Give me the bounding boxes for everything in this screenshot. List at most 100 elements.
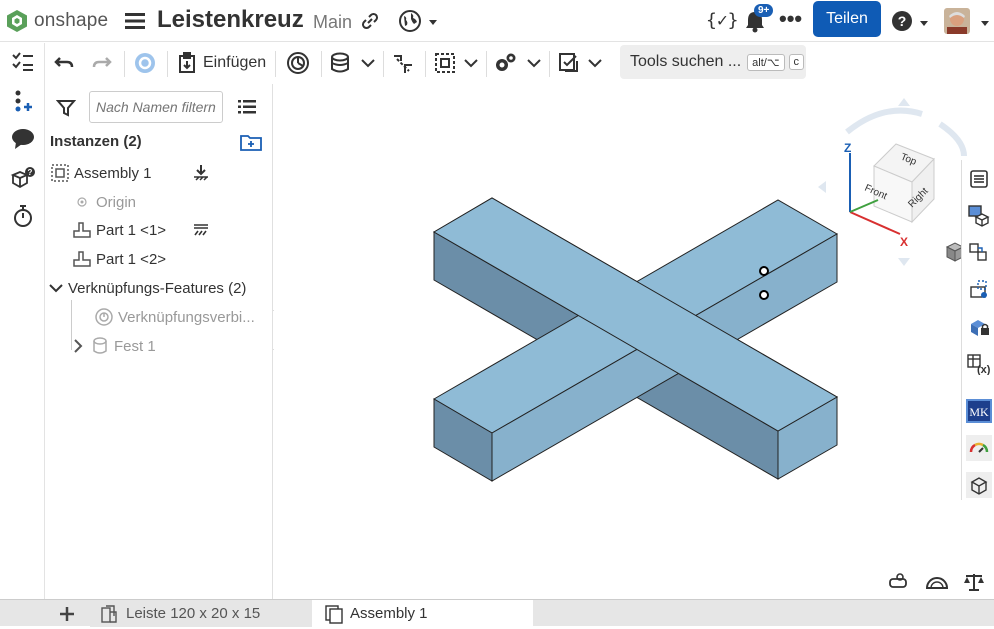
gears-icon[interactable]	[494, 49, 518, 77]
svg-text:?: ?	[898, 13, 907, 29]
group-icon[interactable]	[433, 49, 457, 77]
feature-list-icon[interactable]	[10, 49, 36, 75]
tree-item-label: Part 1 <1>	[96, 221, 167, 239]
appearance-panel-icon[interactable]	[966, 166, 992, 192]
fixed-icon[interactable]	[192, 223, 210, 242]
variables-table-icon[interactable]: (x)	[966, 351, 992, 377]
gauge-icon[interactable]	[966, 435, 992, 461]
tab-label: Leiste 120 x 20 x 15	[126, 605, 261, 622]
mate-point[interactable]	[759, 266, 769, 276]
chevron-down-icon[interactable]	[527, 49, 541, 77]
stopwatch-icon[interactable]	[10, 203, 36, 229]
onshape-logo[interactable]: onshape	[6, 7, 108, 35]
tree-item-label: Part 1 <2>	[96, 250, 167, 268]
share-button[interactable]: Teilen	[813, 1, 881, 37]
redo-icon[interactable]	[92, 49, 112, 77]
svg-text:(x): (x)	[977, 364, 991, 375]
chevron-down-icon[interactable]	[361, 49, 375, 77]
mate-limits-icon[interactable]	[391, 49, 415, 77]
link-icon[interactable]	[360, 11, 380, 36]
menu-icon[interactable]	[124, 10, 146, 32]
mate-connector-icon[interactable]	[286, 49, 310, 77]
tree-item-mate-features[interactable]: Verknüpfungs-Features (2)	[48, 276, 246, 300]
right-rail: (x) MK	[961, 160, 994, 500]
x-axis-label: X	[900, 235, 908, 249]
tree-item-origin[interactable]: Origin	[72, 190, 136, 214]
chevron-down-icon[interactable]	[588, 49, 602, 77]
filter-icon[interactable]	[55, 98, 77, 123]
branch-name[interactable]: Main	[313, 12, 352, 33]
graphics-viewport[interactable]: Top Front Right Z X (x) MK	[274, 84, 994, 599]
rotate-down-icon[interactable]	[898, 258, 910, 266]
instance-links-icon[interactable]	[966, 240, 992, 266]
more-options-icon[interactable]: •••	[779, 6, 802, 32]
configurations-icon[interactable]	[966, 203, 992, 229]
undo-icon[interactable]	[54, 49, 74, 77]
part-studio-icon	[101, 604, 117, 623]
instances-header: Instanzen (2)	[50, 133, 142, 150]
origin-icon	[72, 192, 92, 212]
sync-icon[interactable]	[133, 49, 157, 77]
notification-badge: 9+	[754, 4, 774, 17]
material-lock-icon[interactable]	[966, 314, 992, 340]
chevron-down-icon[interactable]	[48, 278, 64, 298]
tab-bar: Leiste 120 x 20 x 15 Assembly 1	[0, 599, 994, 627]
tree-item-label: Verknüpfungsverbi...	[118, 308, 255, 326]
add-folder-icon[interactable]	[240, 133, 262, 156]
tools-search-button[interactable]: Tools suchen ... alt/⌥ c	[620, 45, 806, 79]
avatar[interactable]	[944, 8, 970, 34]
mate-connector-icon	[94, 307, 114, 327]
toolbar: Einfügen Tools suchen ... alt/⌥ c	[46, 43, 994, 83]
insert-button[interactable]: Einfügen	[177, 49, 266, 77]
scales-icon[interactable]	[964, 574, 984, 591]
tree-item-part1-2[interactable]: Part 1 <2>	[72, 247, 166, 271]
part-instance-icon	[72, 220, 92, 240]
chevron-down-icon[interactable]	[428, 14, 438, 32]
view-cube[interactable]: Top Front Right Z X	[818, 98, 967, 266]
top-bar: onshape Leistenkreuz Main {✓} 9+ ••• Tei…	[0, 0, 994, 42]
tree-item-label: Fest 1	[114, 337, 156, 355]
name-filter-input[interactable]	[89, 91, 223, 123]
rotate-left-icon[interactable]	[818, 181, 826, 193]
assembly-icon	[325, 604, 343, 624]
measure-tape-icon[interactable]	[889, 573, 907, 588]
tools-search-label: Tools suchen ...	[630, 53, 742, 70]
z-axis-label: Z	[844, 141, 851, 155]
tree-item-part1-1[interactable]: Part 1 <1>	[72, 218, 166, 242]
named-views-icon[interactable]	[966, 277, 992, 303]
part-instance-icon	[72, 249, 92, 269]
document-title[interactable]: Leistenkreuz	[157, 6, 304, 34]
tree-item-label: Origin	[96, 193, 137, 211]
list-view-icon[interactable]	[238, 99, 256, 120]
chevron-down-icon[interactable]	[980, 15, 990, 33]
tree-item-assembly[interactable]: Assembly 1	[50, 161, 152, 185]
add-instance-icon[interactable]	[10, 88, 36, 114]
plus-icon	[60, 606, 74, 621]
mkcad-icon[interactable]: MK	[966, 398, 992, 424]
help-icon[interactable]: ?	[891, 10, 913, 37]
tab-assembly[interactable]: Assembly 1	[312, 600, 533, 627]
download-icon[interactable]	[192, 164, 210, 187]
chevron-right-icon[interactable]	[70, 336, 86, 356]
variables-icon[interactable]: {✓}	[706, 10, 739, 31]
chevron-down-icon[interactable]	[919, 15, 929, 33]
svg-text:MK: MK	[969, 405, 989, 419]
protractor-icon[interactable]	[925, 577, 949, 589]
tab-part-studio[interactable]: Leiste 120 x 20 x 15	[90, 600, 312, 627]
globe-icon[interactable]	[398, 9, 422, 38]
explode-view-icon[interactable]	[557, 49, 581, 77]
render-cube-icon[interactable]	[966, 472, 992, 498]
fastened-mate-icon[interactable]	[329, 49, 351, 77]
tree-item-mate-connector[interactable]: Verknüpfungsverbi...	[94, 305, 255, 329]
rotate-up-icon[interactable]	[898, 98, 910, 106]
rotate-arc-icon[interactable]	[845, 107, 923, 135]
model-view[interactable]: Top Front Right Z X	[274, 84, 994, 599]
onshape-logo-icon	[7, 10, 27, 32]
chevron-down-icon[interactable]	[464, 49, 478, 77]
add-tab-button[interactable]	[50, 600, 84, 627]
parts-help-icon[interactable]: ?	[10, 165, 36, 191]
mate-point[interactable]	[759, 290, 769, 300]
comments-icon[interactable]	[10, 126, 36, 152]
instance-list-panel: Instanzen (2) Assembly 1 Origin Part 1 <…	[46, 84, 273, 599]
tree-item-fastened[interactable]: Fest 1	[70, 334, 156, 358]
